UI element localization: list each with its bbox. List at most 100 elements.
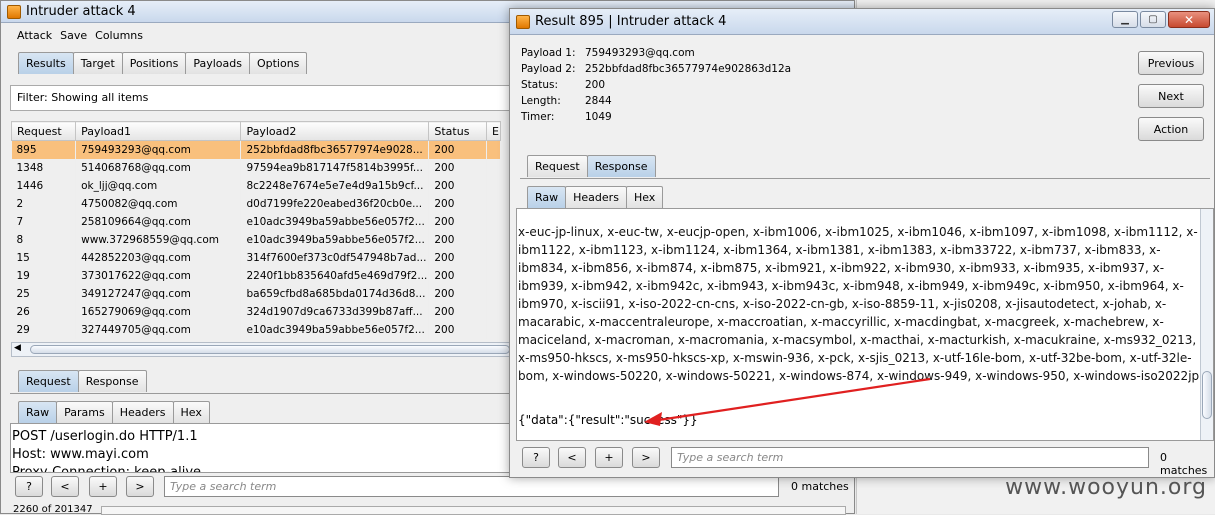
left-help-button[interactable]: ? [15, 476, 43, 497]
info-row: Payload 1: 759493293@qq.com [521, 45, 791, 61]
table-cell-error [486, 320, 501, 339]
action-button[interactable]: Action [1138, 117, 1204, 141]
tab-payloads[interactable]: Payloads [185, 52, 250, 74]
left-tab-headers[interactable]: Headers [111, 401, 174, 423]
response-scroll-thumb[interactable] [1202, 371, 1212, 419]
info-value: 200 [585, 79, 606, 91]
table-cell-error [486, 284, 501, 303]
left-tab-raw[interactable]: Raw [18, 401, 58, 423]
results-table: Request Payload1 Payload2 Status E 895 75… [10, 121, 501, 339]
col-payload1[interactable]: Payload1 [75, 121, 242, 141]
result-prev-button[interactable]: < [558, 447, 586, 468]
info-key: Payload 1: [521, 47, 576, 59]
result-app-icon [516, 14, 530, 29]
table-cell-req: 15 [11, 248, 77, 267]
table-cell-status: 200 [428, 284, 488, 303]
left-tab-hex[interactable]: Hex [172, 401, 210, 423]
intruder-window-title: Intruder attack 4 [26, 4, 136, 19]
col-payload2[interactable]: Payload2 [240, 121, 430, 141]
table-cell-p2: 314f7600ef373c0df547948b7ad... [240, 248, 430, 267]
left-view-tabs: Raw Params Headers Hex [18, 401, 210, 423]
close-icon[interactable]: ✕ [1168, 11, 1210, 28]
table-cell-status: 200 [428, 212, 488, 231]
table-cell-status: 200 [428, 194, 488, 213]
table-row[interactable]: 1348 514068768@qq.com 97594ea9b817147f5814… [11, 158, 501, 177]
filter-text: Filter: Showing all items [17, 91, 149, 104]
result-titlebar[interactable]: Result 895 | Intruder attack 4 ▁ ▢ ✕ [510, 9, 1214, 35]
result-tab-headers[interactable]: Headers [565, 186, 627, 208]
table-cell-error [486, 212, 501, 231]
table-row[interactable]: 1446 ok_ljj@qq.com 8c2248e7674e5e7e4d9a15b… [11, 176, 501, 195]
left-tab-request[interactable]: Request [18, 370, 79, 392]
scroll-thumb[interactable] [30, 345, 510, 354]
result-add-button[interactable]: + [595, 447, 623, 468]
info-key: Payload 2: [521, 63, 576, 75]
result-window: Result 895 | Intruder attack 4 ▁ ▢ ✕ Pay… [509, 8, 1215, 478]
result-help-button[interactable]: ? [522, 447, 550, 468]
table-cell-error [486, 140, 501, 159]
left-tab-params[interactable]: Params [56, 401, 113, 423]
table-row[interactable]: 26 165279069@qq.com 324d1907d9ca6733d399b8… [11, 302, 501, 321]
menu-bar: Attack Save Columns [17, 29, 143, 42]
table-cell-error [486, 230, 501, 249]
left-search-input[interactable]: Type a search term [164, 476, 779, 497]
tab-options[interactable]: Options [248, 52, 308, 74]
tab-target[interactable]: Target [72, 52, 123, 74]
tab-positions[interactable]: Positions [121, 52, 187, 74]
col-request[interactable]: Request [10, 121, 77, 141]
result-next-button[interactable]: > [632, 447, 660, 468]
table-cell-p2: ba659cfbd8a685bda0174d36d8... [240, 284, 430, 303]
result-tab-hex[interactable]: Hex [625, 186, 664, 208]
col-error[interactable]: E [486, 121, 501, 141]
response-scrollbar[interactable] [1200, 209, 1213, 440]
result-tab-raw[interactable]: Raw [527, 186, 567, 208]
table-row[interactable]: 29 327449705@qq.com e10adc3949ba59abbe56e0… [11, 320, 501, 339]
result-tab-request[interactable]: Request [527, 155, 588, 177]
next-button[interactable]: Next [1138, 84, 1204, 108]
left-prev-button[interactable]: < [51, 476, 79, 497]
scroll-left-icon[interactable]: ◀ [14, 343, 21, 353]
menu-save[interactable]: Save [60, 29, 87, 42]
table-row[interactable]: 7 258109664@qq.com e10adc3949ba59abbe56e05… [11, 212, 501, 231]
filter-bar[interactable]: Filter: Showing all items [10, 85, 510, 111]
table-row[interactable]: 19 373017622@qq.com 2240f1bb835640afd5e469… [11, 266, 501, 285]
table-cell-p2: 2240f1bb835640afd5e469d79f2... [240, 266, 430, 285]
menu-columns[interactable]: Columns [95, 29, 143, 42]
previous-button[interactable]: Previous [1138, 51, 1204, 75]
left-reqresp-tabs: Request Response [18, 370, 147, 392]
table-cell-p2: 8c2248e7674e5e7e4d9a15b9cf... [240, 176, 430, 195]
result-tab-response[interactable]: Response [586, 155, 656, 177]
table-cell-p1: 514068768@qq.com [75, 158, 242, 177]
table-cell-p2: 97594ea9b817147f5814b3995f... [240, 158, 430, 177]
table-cell-p1: 442852203@qq.com [75, 248, 242, 267]
left-next-button[interactable]: > [126, 476, 154, 497]
tab-results[interactable]: Results [18, 52, 74, 74]
table-cell-req: 1446 [11, 176, 77, 195]
info-key: Length: [521, 95, 561, 107]
maximize-icon[interactable]: ▢ [1140, 11, 1166, 28]
results-scrollbar[interactable]: ◀ [11, 342, 511, 357]
table-row[interactable]: 895 759493293@qq.com 252bbfdad8fbc36577974… [11, 140, 501, 159]
table-row[interactable]: 8 www.372968559@qq.com e10adc3949ba59abbe5… [11, 230, 501, 249]
table-cell-p2: d0d7199fe220eabed36f20cb0e... [240, 194, 430, 213]
result-search-input[interactable]: Type a search term [671, 447, 1149, 468]
table-cell-p2: 252bbfdad8fbc36577974e9028... [240, 140, 430, 159]
left-matches-label: 0 matches [791, 480, 849, 493]
table-cell-p1: 258109664@qq.com [75, 212, 242, 231]
table-cell-req: 26 [11, 302, 77, 321]
table-cell-req: 2 [11, 194, 77, 213]
col-status[interactable]: Status [428, 121, 488, 141]
table-cell-req: 19 [11, 266, 77, 285]
progress-label: 2260 of 201347 [13, 504, 93, 515]
result-view-tabs: Raw Headers Hex [527, 186, 664, 208]
table-row[interactable]: 25 349127247@qq.com ba659cfbd8a685bda0174d… [11, 284, 501, 303]
left-tab-response[interactable]: Response [77, 370, 147, 392]
table-row[interactable]: 15 442852203@qq.com 314f7600ef373c0df54794… [11, 248, 501, 267]
table-cell-error [486, 266, 501, 285]
minimize-icon[interactable]: ▁ [1112, 11, 1138, 28]
menu-attack[interactable]: Attack [17, 29, 52, 42]
left-add-button[interactable]: + [89, 476, 117, 497]
table-row[interactable]: 2 4750082@qq.com d0d7199fe220eabed36f20cb0… [11, 194, 501, 213]
table-cell-req: 29 [11, 320, 77, 339]
table-cell-p1: 327449705@qq.com [75, 320, 242, 339]
